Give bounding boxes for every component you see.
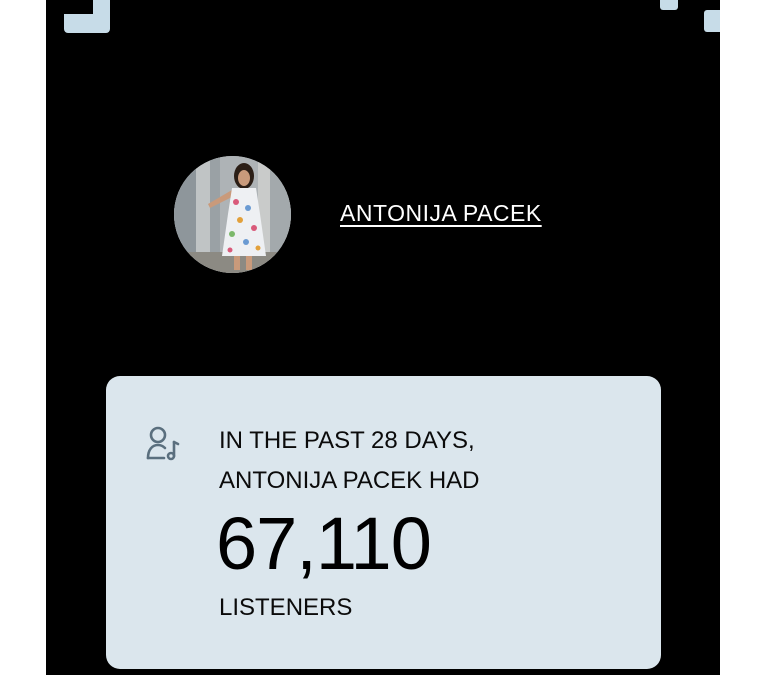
corner-bracket-left-stem: [93, 0, 110, 20]
corner-bracket-right: [704, 10, 720, 32]
artist-header: ANTONIJA PACEK: [174, 156, 614, 274]
corner-bracket-right-top: [660, 0, 678, 10]
page: ANTONIJA PACEK IN THE PAST 28 DAYS, ANTO…: [0, 0, 766, 675]
stat-intro: IN THE PAST 28 DAYS, ANTONIJA PACEK HAD: [219, 421, 480, 501]
stat-intro-line1: IN THE PAST 28 DAYS,: [219, 427, 475, 454]
artist-name-link[interactable]: ANTONIJA PACEK: [340, 200, 542, 227]
listeners-stat-card: IN THE PAST 28 DAYS, ANTONIJA PACEK HAD …: [106, 376, 661, 669]
listener-icon: [146, 426, 180, 461]
stat-intro-line2: ANTONIJA PACEK HAD: [219, 467, 480, 494]
artist-photo-icon: [174, 156, 291, 273]
listener-count: 67,110: [216, 502, 432, 585]
avatar[interactable]: [174, 156, 291, 273]
listener-unit-label: LISTENERS: [219, 594, 353, 621]
